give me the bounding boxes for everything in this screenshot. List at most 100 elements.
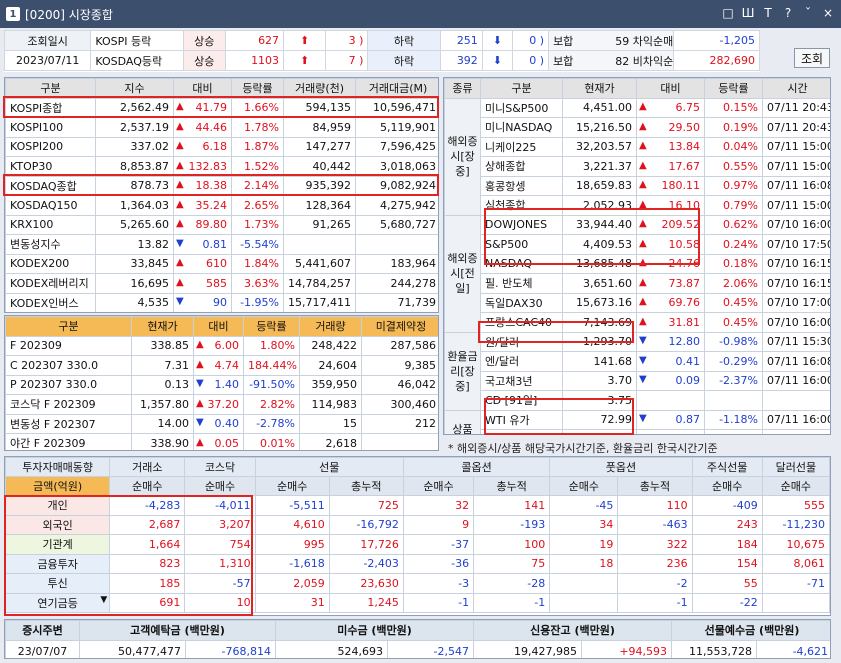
investor-row[interactable]: 연기금등 ▼ 691 10 31 1,245 -1 -1 -1 -22 <box>5 592 830 613</box>
up-arrow-icon: ▲ <box>639 198 647 210</box>
col-rate: 등락률 <box>231 78 284 99</box>
global-row[interactable]: 상해종합 3,221.37 ▲ 17.67 0.55% 07/11 15:00 <box>445 156 830 177</box>
global-row[interactable]: 국고채3년 3.70 ▼ 0.09 -2.37% 07/11 16:00 <box>445 370 830 391</box>
index-row[interactable]: KOSPI종합 2,562.49 ▲ 41.79 1.66% 594,135 10,596,… <box>5 97 438 118</box>
change-value: 6.75 <box>675 101 701 115</box>
index-row[interactable]: KOSPI200 337.02 ▲ 6.18 1.87% 147,277 7,596,425 <box>5 136 438 157</box>
derivative-row[interactable]: 야간 F 202309 338.90 ▲ 0.05 0.01% 2,618 <box>5 433 438 450</box>
global-row[interactable]: NASDAQ 13,685.48 ▲ 24.76 0.18% 07/10 16:15 <box>445 253 830 274</box>
up-arrow-icon: ▲ <box>196 397 204 409</box>
investor-row[interactable]: 기관계 1,664 754 995 17,726 -37 100 19 322 184 10,675 <box>5 534 830 555</box>
global-row[interactable]: 엔/달러 141.68 ▼ 0.41 -0.29% 07/11 16:08 <box>445 351 830 372</box>
derivative-row[interactable]: P 202307 330.0 0.13 ▼ 1.40 -91.50% 359,950 46,… <box>5 374 438 395</box>
subcol-header: 총누적 <box>328 476 404 496</box>
global-row[interactable]: 니케이225 32,203.57 ▲ 13.84 0.04% 07/11 15:00 <box>445 136 830 157</box>
net-value: -36 <box>402 553 475 574</box>
down-arrow-icon: ▼ <box>176 296 184 308</box>
volume-value: 114,983 <box>299 394 362 415</box>
global-row[interactable]: 필. 반도체 3,651.60 ▲ 73.87 2.06% 07/10 16:15 <box>445 273 830 294</box>
derivative-row[interactable]: 변동성 F 202307 14.00 ▼ 0.40 -2.78% 15 212 <box>5 413 438 434</box>
net-value: 9 <box>402 514 475 535</box>
col-rate: 등락률 <box>243 316 300 337</box>
price-value: 3.70 <box>562 370 637 391</box>
index-row[interactable]: KODEX200 33,845 ▲ 610 1.84% 5,441,607 183,964 <box>5 253 438 274</box>
global-row[interactable]: 환율금리[장중] 원/달러 1,293.70 ▼ 12.80 -0.98% 07/11 15… <box>444 331 830 411</box>
net-value: 10,675 <box>761 534 830 555</box>
up-arrow-icon: ▲ <box>176 276 184 288</box>
up-arrow-icon: ▲ <box>639 101 647 113</box>
investor-row[interactable]: 개인 -4,283 -4,011 -5,511 725 32 141 -45 110 -409 55… <box>5 495 830 516</box>
derivative-row[interactable]: 코스닥 F 202309 1,357.80 ▲ 37.20 2.82% 114,983 30… <box>5 394 438 415</box>
open-interest-value: 212 <box>361 413 438 434</box>
global-row[interactable]: S&P500 4,409.53 ▲ 10.58 0.24% 07/10 17:50 <box>445 234 830 255</box>
rate-value: 0.62% <box>704 214 763 235</box>
net-value: -2 <box>617 573 693 594</box>
instrument-name: 엔/달러 <box>480 351 563 372</box>
investor-row[interactable]: 투신 185 -57 2,059 23,630 -3 -28 -2 55 -71 <box>5 573 830 594</box>
index-row[interactable]: KODEX레버리지 16,695 ▲ 585 3.63% 14,784,257 244,27… <box>5 273 438 294</box>
investor-row[interactable]: 외국인 2,687 3,207 4,610 -16,792 9 -193 34 -463 243-… <box>5 514 830 535</box>
global-row[interactable]: 독일DAX30 15,673.16 ▲ 69.76 0.45% 07/10 17:00 <box>445 292 830 313</box>
index-row[interactable]: KODEX인버스 4,535 ▼ 90 -1.95% 15,717,411 71,739 <box>5 292 438 312</box>
close-icon[interactable]: × <box>821 6 835 20</box>
col-price: 현재가 <box>562 78 637 99</box>
time-basis-note: * 해외증시/상품 해당국가시간기준, 환율금리 한국시간기준 <box>448 442 718 455</box>
up-arrow-icon: ▲ <box>176 218 184 230</box>
derivative-name: C 202307 330.0 <box>5 355 132 376</box>
help-icon[interactable]: ? <box>781 6 795 20</box>
time-value: 07/11 16:00 <box>762 370 830 391</box>
global-row[interactable]: 심천종합 2,052.93 ▲ 16.10 0.79% 07/11 15:00 <box>445 195 830 216</box>
derivative-row[interactable]: F 202309 338.85 ▲ 6.00 1.80% 248,422 287,586 <box>5 335 438 356</box>
derivative-name: F 202309 <box>5 335 132 356</box>
amount-value: 183,964 <box>355 253 438 274</box>
price-value: 32,203.57 <box>562 136 637 157</box>
index-row[interactable]: KRX100 5,265.60 ▲ 89.80 1.73% 91,265 5,680,727 <box>5 214 438 235</box>
subcol-header: 순매수 <box>109 476 186 496</box>
screen-number-badge: 1 <box>6 7 20 21</box>
query-date: 2023/07/11 <box>4 50 92 71</box>
index-row[interactable]: 변동성지수 13.82 ▼ 0.81 -5.54% <box>5 234 438 255</box>
global-row[interactable]: 금1,931.00▼ 1.50-0.08%07/11 16:00 <box>445 429 830 434</box>
index-row[interactable]: KTOP30 8,853.87 ▲ 132.83 1.52% 40,442 3,018,06… <box>5 156 438 177</box>
query-button[interactable]: 조회 <box>794 48 830 68</box>
net-value: -71 <box>761 573 830 594</box>
global-row[interactable]: CD [91일] 3.75 <box>445 390 830 411</box>
global-row[interactable]: 프랑스CAC40 7,143.69 ▲ 31.81 0.45% 07/10 16:00 <box>445 312 830 333</box>
net-value: -1 <box>617 592 693 613</box>
index-name: KOSDAQ150 <box>5 195 96 216</box>
subcol-header: 순매수 <box>254 476 330 496</box>
change-cell: ▲ 31.81 <box>636 312 705 333</box>
derivative-row[interactable]: C 202307 330.0 7.31 ▲ 4.74 184.44% 24,604 9,38… <box>5 355 438 376</box>
pin-icon[interactable]: ˇ <box>801 6 815 20</box>
global-row[interactable]: 해외증시[전일] DOWJONES 33,944.40 ▲ 209.52 0.62% 07/… <box>444 214 830 333</box>
change-value: 73.87 <box>668 276 701 290</box>
change-cell: ▼ 0.87 <box>636 409 705 430</box>
index-value: 337.02 <box>95 136 174 157</box>
subcol-header: 순매수 <box>184 476 256 496</box>
change-cell: ▲ 610 <box>173 253 232 274</box>
col-rate: 등락률 <box>704 78 763 99</box>
index-row[interactable]: KOSPI100 2,537.19 ▲ 44.46 1.78% 84,959 5,119,9… <box>5 117 438 138</box>
price-value: 1,357.80 <box>131 394 194 415</box>
investor-row[interactable]: 금융투자 823 1,310 -1,618 -2,403 -36 75 18 236 154 8,0… <box>5 553 830 574</box>
change-value: 37.20 <box>207 397 240 411</box>
text-icon[interactable]: T <box>761 6 775 20</box>
limit-down-icon: ⬇ <box>492 54 502 67</box>
index-row[interactable]: KOSDAQ종합 878.73 ▲ 18.38 2.14% 935,392 9,082,92… <box>5 175 438 196</box>
link-icon[interactable]: Ш <box>741 6 755 20</box>
credit-change: +94,593 <box>581 639 673 658</box>
rate-value: 0.45% <box>704 292 763 313</box>
amount-value: 4,275,942 <box>355 195 438 216</box>
rate-value: 0.15% <box>704 97 763 118</box>
dropdown-arrow-icon[interactable]: ▼ <box>100 595 107 605</box>
investor-name[interactable]: 연기금등 ▼ <box>5 592 111 613</box>
minimize-icon[interactable]: □ <box>721 6 735 20</box>
global-row[interactable]: 해외증시[장중] 미니S&P500 4,451.00 ▲ 6.75 0.15% 07/11 … <box>444 97 830 216</box>
index-row[interactable]: KOSDAQ150 1,364.03 ▲ 35.24 2.65% 128,364 4,275… <box>5 195 438 216</box>
global-row[interactable]: 미니NASDAQ 15,216.50 ▲ 29.50 0.19% 07/11 20:43 <box>445 117 830 138</box>
global-row[interactable]: 홍콩항셍 18,659.83 ▲ 180.11 0.97% 07/11 16:08 <box>445 175 830 196</box>
change-value: 16.10 <box>668 198 701 212</box>
futures-deposit-value: 11,553,728 <box>671 639 758 658</box>
global-row[interactable]: 상품 WTI 유가 72.99 ▼ 0.87 -1.18% 07/11 16:00 <box>444 409 830 434</box>
net-value: -463 <box>617 514 693 535</box>
